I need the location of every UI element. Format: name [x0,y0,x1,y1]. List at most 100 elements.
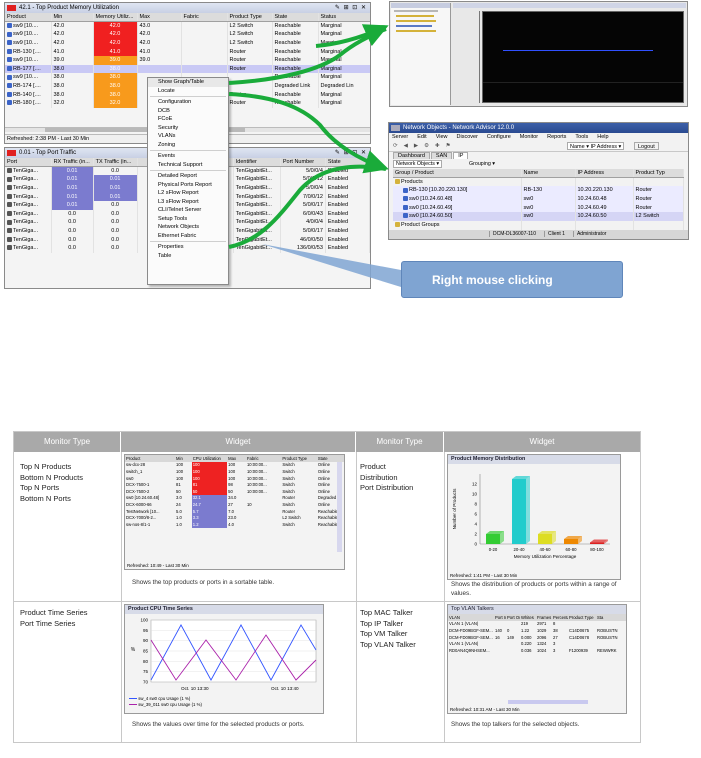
mini-col-header[interactable]: State [316,455,344,462]
mini-cell: 10:00:00... [246,482,267,488]
bar-40-60 [538,534,552,544]
mini-cell: 32.1 [191,494,228,502]
talker-cell: 2096 [537,634,547,640]
talker-cell: 0.220 [521,641,532,647]
distribution-refresh: Refreshed: 1:41 PM - Last 30 Min [450,573,518,578]
mini-cell: 24.7 [191,501,228,508]
time-series-chart: 100 95 90 85 80 75 70% Oct. 10 13:30 Oct. 10 13:… [131,618,317,691]
talker-cell: ROBUSTN [597,634,618,640]
mini-cell: 10:00:00... [246,468,267,474]
mini-cell [246,495,281,502]
table-row[interactable]: VLAN 1 (VLAN) 219 2971 8 [448,621,626,628]
row2-right-caption: Shows the top talkers for the selected o… [451,721,580,728]
time-series-legend: sw_4 sw0 cpu Usage (1 %) sw_39_011 sw0 c… [125,696,323,708]
talker-cell: C14D0678 [569,634,590,640]
mini-cell: sw-nos-8/1-1 [126,521,151,527]
talker-cell: C14D0675 [569,627,590,633]
talker-cell [494,621,506,628]
talker-refresh: Refreshed: 10:31 AM - Last 30 Min [450,707,520,712]
y-tick-label: 12 [472,482,478,487]
talker-col-header[interactable]: VLAN [448,614,494,621]
talker-scrollbar[interactable] [508,700,588,704]
table-row[interactable]: sw0 [10.24.60.48] 3.0 32.1 34.0 Router Degrad… [125,494,344,502]
talker-cell: 219 [521,621,528,627]
header-monitor-type-right: Monitor Type [356,432,444,452]
time-series-widget: Product CPU Time Series 100 95 90 85 80 75 70%… [124,604,324,714]
talker-cell: 0.036 [521,647,532,653]
talker-cell [494,640,506,647]
talker-cell: 3 [553,647,556,653]
x-tick-label: 80-100 [590,547,604,552]
mini-cell: Switch [282,488,295,494]
table-row[interactable]: VLAN 1 (VLAN) 0.220 1324 3 [448,640,626,647]
right-click-callout: Right mouse clicking [401,261,623,298]
mini-cell: 5.7 [191,507,228,515]
talker-cell [568,640,596,647]
mini-col-header[interactable]: Fabric [245,455,282,462]
mini-cell: 5.0 [176,508,182,514]
talker-cell: 0.000 [521,634,532,640]
row1-left-caption: Shows the top products or ports in a sor… [132,579,275,586]
talker-cell: 38 [553,627,558,633]
mini-table-refresh: Refreshed: 10:49 - Last 30 Min [127,563,189,568]
distribution-widget-title: Product Memory Distribution [448,455,620,464]
talker-col-header[interactable]: Frames [536,614,552,621]
mini-col-header[interactable]: Product [125,455,176,462]
table-row[interactable]: DCM-FD09BGF-SEM... 16 149 0.000 2096 27 C14D06… [448,634,626,641]
talker-col-header[interactable]: Product Type [568,614,596,621]
table-row[interactable]: DCM-FD09BGF-SEM... 140 0 1.22 1029 38 C14D0675… [448,627,626,634]
mini-cell: 100 [228,475,236,481]
talker-col-header[interactable]: Port Out [506,614,520,621]
table-row[interactable]: sw-nos-8/1-1 1.0 1.2 4.0 Switch Reachable [125,520,344,528]
mini-cell: 81 [176,482,181,488]
talker-cell: 1024 [537,647,547,653]
mini-cell: 100 [191,468,228,475]
top-talker-widget: Top VLAN Talkers VLANPort InPort OutWhit… [447,604,627,714]
talker-cell: 3 [553,641,556,647]
talker-cell [506,640,520,647]
talker-col-header[interactable]: Sta [596,614,626,621]
mini-col-header[interactable]: CPU Utilization [191,455,228,462]
widget-reference-table: Monitor Type Widget Monitor Type Widget … [13,431,641,743]
x-tick-label: Oct. 10 13:30 [181,686,209,691]
mini-cell: Switch [282,482,295,488]
table-row[interactable]: DCX-6000-66 24 24.7 27 10 Switch Online [125,501,344,508]
talker-widget-title: Top VLAN Talkers [448,605,626,614]
table-row[interactable]: sw0 100 100 100 10:00:00... Switch Online [125,474,344,482]
mini-cell: 100 [191,474,228,482]
mini-col-header[interactable]: Product Type [281,455,317,462]
y-tick-label: 75 [143,669,149,674]
talker-cell: F1200939 [569,647,588,653]
talker-cell [506,647,520,654]
talker-col-header[interactable]: Percentage [552,614,568,621]
table-row[interactable]: TestNetwork [10... 5.0 5.7 7.0 Router Reachab… [125,507,344,515]
talker-cell: 16 [495,634,500,640]
bar-20-40 [512,479,526,544]
talker-cell [596,640,626,647]
talker-cell: 1.22 [521,627,530,633]
table-row[interactable]: DCX-7500-2 50 50 50 10:00:00... Switch Online [125,487,344,495]
mini-col-header[interactable]: Max [227,455,246,462]
mini-cell: 98 [228,482,233,488]
mini-cell: DCX-7500-1 [126,482,150,488]
mini-col-header[interactable]: Min [175,455,192,462]
table-row[interactable]: DCX-7000/8-2... 1.0 3.3 23.0 L2 Switch Reacha… [125,514,344,521]
y-tick-label: 6 [474,512,477,517]
table-row[interactable]: sw-dcx-28 100 100 100 10:00:00... Switch Onlin… [125,461,344,469]
time-series-title: Product CPU Time Series [125,605,323,614]
header-widget-right: Widget [444,432,640,452]
y-axis-label: Number of Products [452,488,457,530]
mini-cell: 10:00:00... [246,475,267,481]
mini-cell: 100 [191,461,228,469]
talker-cell: 0 [507,627,510,633]
top-n-mini-table: Product Min CPU Utilization Max Fabric Produc… [125,455,344,528]
table-row[interactable]: DCX-7500-1 81 81 98 10:00:00... Switch Online [125,481,344,488]
mini-cell: 24 [176,501,181,507]
table-row[interactable]: switch_1 100 100 100 10:00:00... Switch Online [125,468,344,475]
talker-col-header[interactable]: Whites [520,614,536,621]
table-row[interactable]: RD0AN4Q9NHSEM... 0.036 1024 3 F1200939 REWWRK [448,647,626,654]
mini-cell: DCX-6000-66 [126,501,152,507]
mini-table-scrollbar[interactable] [337,462,342,552]
talker-col-header[interactable]: Port In [494,614,506,621]
column-divider [121,452,122,742]
